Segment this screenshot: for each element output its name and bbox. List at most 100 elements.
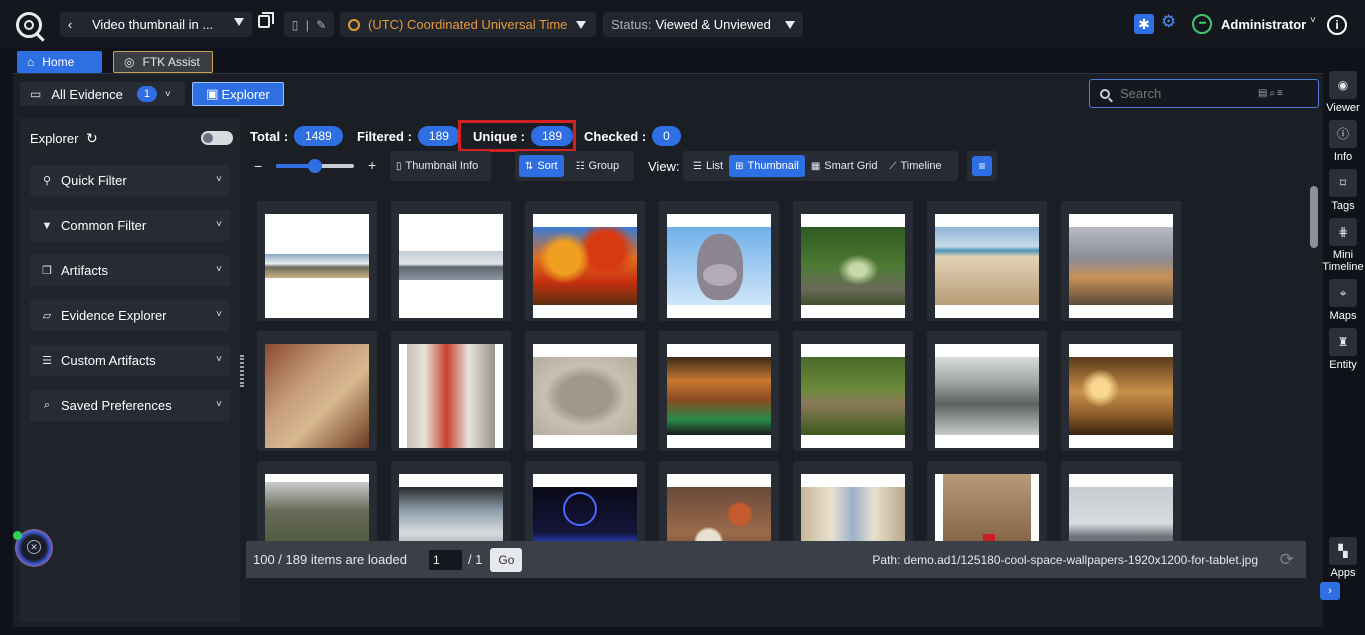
gears-icon[interactable]: ⚙	[1161, 12, 1176, 32]
rail-tags-label[interactable]: Tags	[1318, 200, 1365, 212]
user-name[interactable]: Administrator	[1221, 17, 1306, 32]
search-input[interactable]	[1120, 86, 1250, 101]
rail-apps-label[interactable]: Apps	[1318, 567, 1365, 579]
divider: |	[305, 17, 309, 32]
map-pin-icon[interactable]: ⌖	[1329, 279, 1357, 307]
thumbnail-item[interactable]	[793, 331, 913, 451]
page-number-input[interactable]	[428, 549, 462, 570]
status-label: Status:	[611, 17, 652, 32]
view-label: View:	[648, 159, 680, 174]
thumbnail-item[interactable]	[659, 461, 779, 541]
thumbnail-item[interactable]	[391, 331, 511, 451]
info-icon[interactable]: i	[1327, 15, 1347, 35]
tab-ftk-assist[interactable]: ◎ FTK Assist	[113, 51, 213, 73]
rail-viewer-label[interactable]: Viewer	[1318, 102, 1365, 114]
thumbnail-market-interior	[667, 344, 771, 448]
grid-icon: ⊞	[735, 160, 744, 172]
view-timeline-button[interactable]: ⟋ Timeline	[883, 155, 947, 177]
copy-icon[interactable]	[258, 12, 274, 28]
case-selector[interactable]: ‹ Video thumbnail in ...	[60, 12, 252, 37]
quick-filter-icon: ⚲	[42, 175, 52, 187]
thumbnail-item[interactable]	[793, 461, 913, 541]
rail-maps-label[interactable]: Maps	[1318, 310, 1365, 322]
thumbnail-item[interactable]	[1061, 331, 1181, 451]
thumbnail-item[interactable]	[525, 201, 645, 321]
sidebar-item-quick-filter[interactable]: ⚲ Quick Filter ˅	[30, 165, 230, 196]
timeline-icon: ⟋	[889, 160, 897, 172]
thumbnail-item[interactable]	[525, 331, 645, 451]
explorer-button[interactable]: ▣ Explorer	[192, 82, 284, 106]
sidebar-item-evidence-explorer[interactable]: ▱ Evidence Explorer ˅	[30, 300, 230, 331]
thumbnail-item[interactable]	[391, 461, 511, 541]
bookmark-icon[interactable]: ⌑	[1329, 169, 1357, 197]
timezone-selector[interactable]: (UTC) Coordinated Universal Time	[340, 12, 596, 37]
group-icon: ☷	[575, 160, 585, 172]
apps-icon[interactable]: ▚	[1329, 537, 1357, 565]
unique-highlight-box	[458, 120, 576, 152]
rail-entity-label[interactable]: Entity	[1318, 359, 1365, 371]
checked-label: Checked :	[584, 128, 647, 144]
thumbnail-item[interactable]	[391, 201, 511, 321]
info-icon[interactable]: ⓘ	[1329, 120, 1357, 148]
evidence-label: All Evidence	[51, 86, 123, 102]
caret-down-icon[interactable]	[576, 21, 586, 29]
document-icon[interactable]: ▯	[292, 18, 299, 32]
thumbnail-item[interactable]	[927, 461, 1047, 541]
zoom-in-button[interactable]: +	[368, 157, 376, 173]
chevron-right-icon[interactable]: ›	[1320, 582, 1340, 600]
thumbnail-sandy-beach	[935, 214, 1039, 318]
thumbnail-item[interactable]	[659, 201, 779, 321]
thumbnail-item[interactable]	[1061, 201, 1181, 321]
mini-timeline-icon[interactable]: ⋕	[1329, 218, 1357, 246]
timezone-label: (UTC) Coordinated Universal Time	[368, 17, 568, 32]
edit-icon[interactable]: ✎	[316, 18, 326, 32]
sidebar-item-saved-preferences[interactable]: ⌕ Saved Preferences ˅	[30, 390, 230, 421]
caret-down-icon[interactable]	[785, 21, 795, 29]
sidebar-toggle[interactable]	[201, 131, 233, 145]
entity-icon[interactable]: ♜	[1329, 328, 1357, 356]
sidebar-item-common-filter[interactable]: ▼ Common Filter ˅	[30, 210, 230, 241]
view-list-button[interactable]: ☰ List	[687, 155, 729, 177]
go-button[interactable]: Go	[490, 547, 523, 572]
group-button[interactable]: ☷ Group	[570, 155, 626, 177]
thumbnail-city-skyline	[1069, 214, 1173, 318]
thumbnail-garden-statues	[801, 344, 905, 448]
sort-icon: ⇅	[525, 160, 534, 172]
zoom-out-button[interactable]: −	[254, 158, 262, 174]
caret-down-icon[interactable]	[234, 18, 244, 26]
thumbnail-item[interactable]	[927, 201, 1047, 321]
sort-button[interactable]: ⇅ Sort	[519, 155, 564, 177]
search-options-icon[interactable]: ▤⌕≡	[1258, 88, 1285, 99]
thumbnail-item[interactable]	[525, 461, 645, 541]
thumbnail-item[interactable]	[257, 331, 377, 451]
chevron-left-icon[interactable]: ‹	[60, 17, 80, 32]
thumbnail-info-button[interactable]: ▯ Thumbnail Info	[390, 155, 484, 177]
scrollbar-thumb[interactable]	[1310, 186, 1318, 248]
view-smart-grid-button[interactable]: ▦ Smart Grid	[805, 155, 884, 177]
chevron-down-icon[interactable]: ˅	[165, 89, 171, 100]
rail-info-label[interactable]: Info	[1318, 151, 1365, 163]
tab-home[interactable]: ⌂ Home	[17, 51, 102, 73]
snowflake-icon[interactable]: ✱	[1134, 14, 1154, 34]
chevron-down-icon[interactable]: ˅	[1310, 15, 1316, 26]
evidence-selector[interactable]: ▭ All Evidence 1 ˅	[20, 82, 185, 106]
thumbnail-item[interactable]	[927, 331, 1047, 451]
thumbnail-snowy-river	[935, 344, 1039, 448]
thumbnail-item[interactable]	[257, 201, 377, 321]
rail-mini-timeline-label[interactable]: Mini Timeline	[1318, 249, 1365, 273]
thumbnail-item[interactable]	[1061, 461, 1181, 541]
view-thumbnail-button[interactable]: ⊞ Thumbnail	[729, 155, 805, 177]
sidebar-resize-handle[interactable]	[240, 355, 244, 387]
thumbnail-item[interactable]	[659, 331, 779, 451]
thumbnail-item[interactable]	[793, 201, 913, 321]
thumbnail-item[interactable]	[257, 461, 377, 541]
refresh-icon[interactable]: ↻	[86, 130, 98, 147]
reload-icon[interactable]: ⟳	[1280, 550, 1294, 570]
display-settings-button[interactable]: ≡	[967, 151, 997, 181]
zoom-slider-thumb[interactable]	[308, 159, 322, 173]
sidebar-item-custom-artifacts[interactable]: ☰ Custom Artifacts ˅	[30, 345, 230, 376]
eye-icon[interactable]: ◉	[1329, 71, 1357, 99]
app-logo-icon[interactable]	[16, 12, 42, 38]
sidebar-item-artifacts[interactable]: ❐ Artifacts ˅	[30, 255, 230, 286]
status-selector[interactable]: Status: Viewed & Unviewed	[603, 12, 803, 37]
